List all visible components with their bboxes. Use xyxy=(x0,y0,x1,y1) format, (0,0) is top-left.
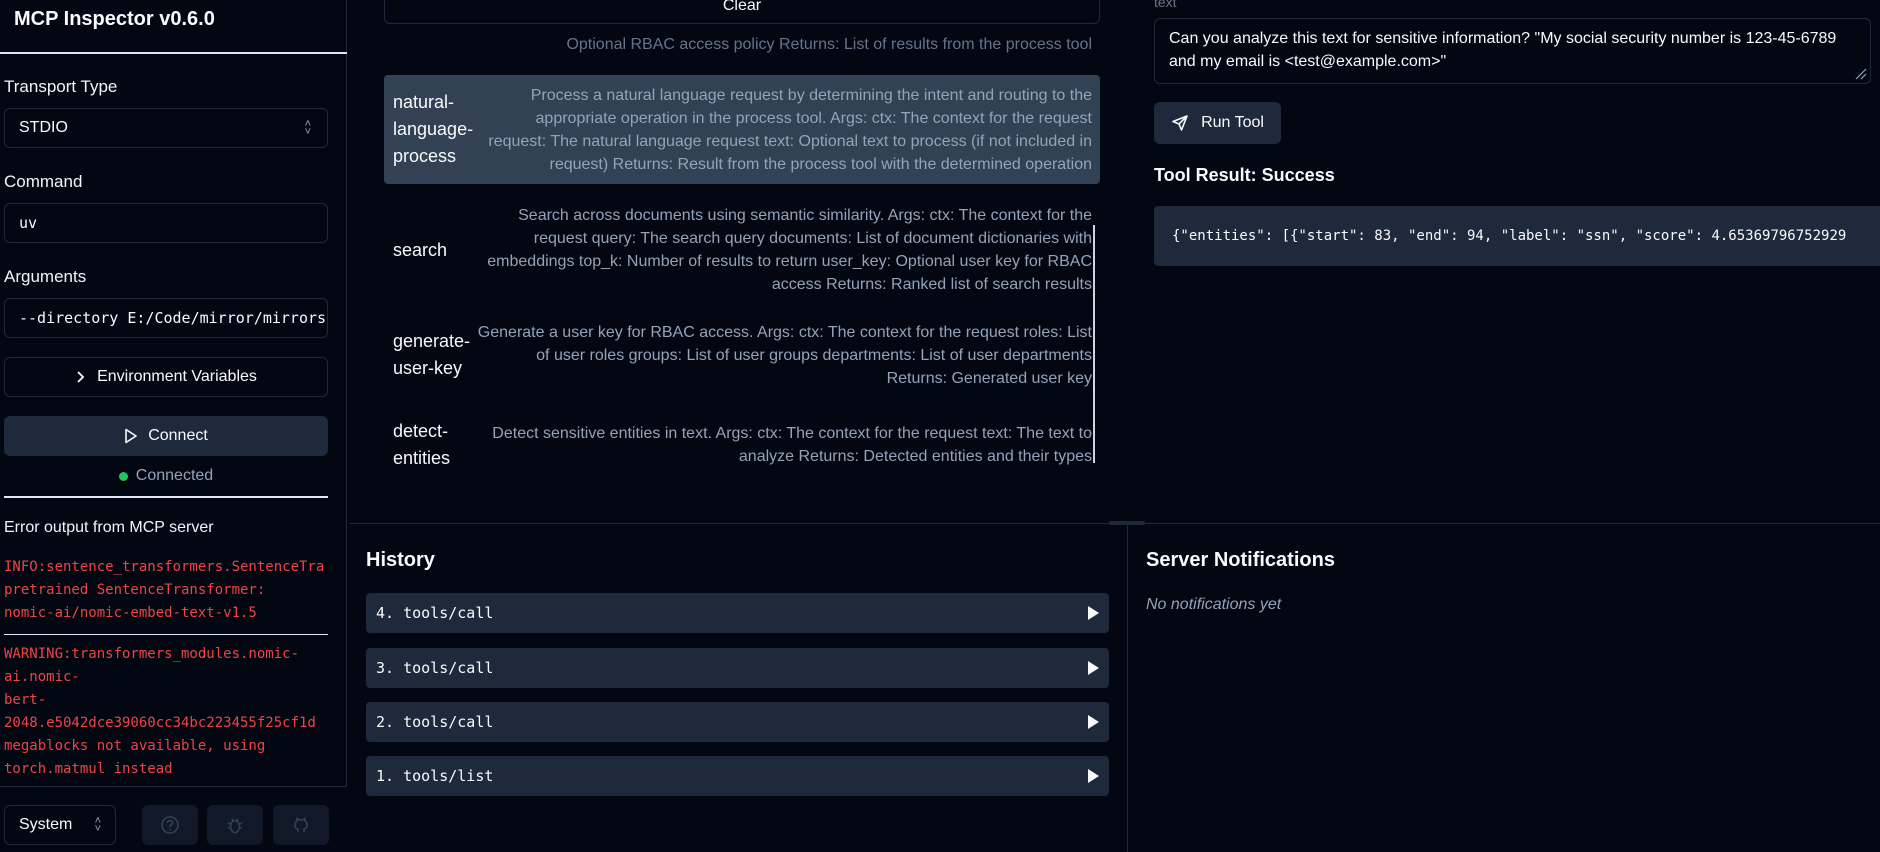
error-output-title: Error output from MCP server xyxy=(4,519,214,536)
debug-button[interactable] xyxy=(207,805,263,845)
sidebar: MCP Inspector v0.6.0 Transport Type STDI… xyxy=(0,0,347,852)
arguments-value: --directory E:/Code/mirror/mirrors xyxy=(19,309,327,327)
tool-result-value: {"entities": [{"start": 83, "end": 94, "… xyxy=(1172,228,1847,244)
tool-result-title: Tool Result: Success xyxy=(1154,165,1335,185)
chevrons-up-down-icon: ˄ ˅ xyxy=(94,815,101,835)
history-item-label: 1. tools/list xyxy=(376,767,494,785)
chevrons-up-down-icon: ˄ ˅ xyxy=(304,118,311,138)
history-item[interactable]: 1. tools/list xyxy=(366,756,1109,796)
bottom-panels: History 4. tools/call 3. tools/call 2. t… xyxy=(349,521,1880,852)
tools-scrollbar[interactable] xyxy=(1093,225,1095,463)
expand-triangle-icon xyxy=(1088,606,1099,620)
tool-description: Search across documents using semantic s… xyxy=(487,207,1092,293)
history-item[interactable]: 4. tools/call xyxy=(366,593,1109,633)
tool-description-cutoff: Optional RBAC access policy Returns: Lis… xyxy=(566,36,1092,53)
title-divider xyxy=(0,52,347,54)
tool-item-search[interactable]: search Search across documents using sem… xyxy=(384,202,1100,298)
tool-name: natural-language-process xyxy=(393,92,474,166)
command-label: Command xyxy=(4,172,83,191)
history-item-label: 3. tools/call xyxy=(376,659,494,677)
history-item-label: 4. tools/call xyxy=(376,604,494,622)
help-button[interactable] xyxy=(142,805,198,845)
notifications-empty-text: No notifications yet xyxy=(1146,596,1282,613)
environment-variables-button[interactable]: Environment Variables xyxy=(4,357,328,397)
arguments-label: Arguments xyxy=(4,267,87,286)
transport-type-select[interactable]: STDIO ˄ ˅ xyxy=(4,108,328,148)
transport-type-value: STDIO xyxy=(19,119,68,136)
app-title: MCP Inspector v0.6.0 xyxy=(14,8,215,30)
arguments-input[interactable]: --directory E:/Code/mirror/mirrors xyxy=(4,298,328,338)
status-divider xyxy=(4,496,328,498)
tool-item-detect-entities[interactable]: detect-entities Detect sensitive entitie… xyxy=(384,417,1100,473)
run-tool-label: Run Tool xyxy=(1201,114,1264,131)
sidebar-footer: System ˄ ˅ xyxy=(0,786,347,852)
expand-triangle-icon xyxy=(1088,661,1099,675)
command-value: uv xyxy=(19,214,38,232)
github-icon xyxy=(294,817,308,832)
connection-status-text: Connected xyxy=(135,467,214,484)
chevron-right-icon xyxy=(77,371,85,383)
server-notifications-title: Server Notifications xyxy=(1146,549,1335,571)
connection-status: Connected xyxy=(0,467,332,485)
theme-select[interactable]: System ˄ ˅ xyxy=(4,805,116,845)
status-dot-icon xyxy=(118,471,128,481)
resize-handle-icon[interactable] xyxy=(1853,66,1867,80)
environment-variables-label: Environment Variables xyxy=(97,368,257,385)
connect-button[interactable]: Connect xyxy=(4,416,328,456)
expand-triangle-icon xyxy=(1088,715,1099,729)
tool-detail-pane: text Can you analyze this text for sensi… xyxy=(1140,0,1880,522)
tool-name: generate-user-key xyxy=(393,331,471,378)
error-log-entry: WARNING:transformers_modules.nomic- ai.n… xyxy=(4,646,316,777)
tool-item-natural-language-process[interactable]: natural-language-process Process a natur… xyxy=(384,75,1100,184)
history-item-label: 2. tools/call xyxy=(376,713,494,731)
github-button[interactable] xyxy=(273,805,329,845)
history-title: History xyxy=(366,549,435,571)
error-log-entry: INFO:sentence_transformers.SentenceTra p… xyxy=(4,559,325,621)
run-tool-button[interactable]: Run Tool xyxy=(1154,102,1281,144)
tool-description: Process a natural language request by de… xyxy=(488,86,1092,173)
history-panel: History 4. tools/call 3. tools/call 2. t… xyxy=(349,524,1128,852)
send-icon xyxy=(1172,115,1188,131)
expand-triangle-icon xyxy=(1088,769,1099,783)
theme-value: System xyxy=(19,816,73,833)
tools-list: Clear Optional RBAC access policy Return… xyxy=(349,0,1119,522)
play-icon xyxy=(125,428,138,444)
help-circle-icon xyxy=(161,816,179,834)
text-param-value: Can you analyze this text for sensitive … xyxy=(1169,30,1837,70)
text-param-input[interactable]: Can you analyze this text for sensitive … xyxy=(1154,18,1871,84)
tool-description: Generate a user key for RBAC access. Arg… xyxy=(477,323,1092,387)
bug-icon xyxy=(227,818,243,834)
connect-label: Connect xyxy=(148,427,208,444)
tool-description: Detect sensitive entities in text. Args:… xyxy=(492,425,1092,465)
clear-label: Clear xyxy=(722,0,762,14)
text-param-label: text xyxy=(1154,0,1177,10)
command-input[interactable]: uv xyxy=(4,203,328,243)
transport-type-label: Transport Type xyxy=(4,77,118,96)
tool-name: detect-entities xyxy=(393,421,451,468)
history-item[interactable]: 2. tools/call xyxy=(366,702,1109,742)
clear-button[interactable]: Clear xyxy=(384,0,1100,24)
tool-result-output: {"entities": [{"start": 83, "end": 94, "… xyxy=(1154,206,1880,266)
tool-item-generate-user-key[interactable]: generate-user-key Generate a user key fo… xyxy=(384,318,1100,392)
error-divider xyxy=(4,634,328,635)
history-item[interactable]: 3. tools/call xyxy=(366,648,1109,688)
tool-name: search xyxy=(393,239,448,260)
